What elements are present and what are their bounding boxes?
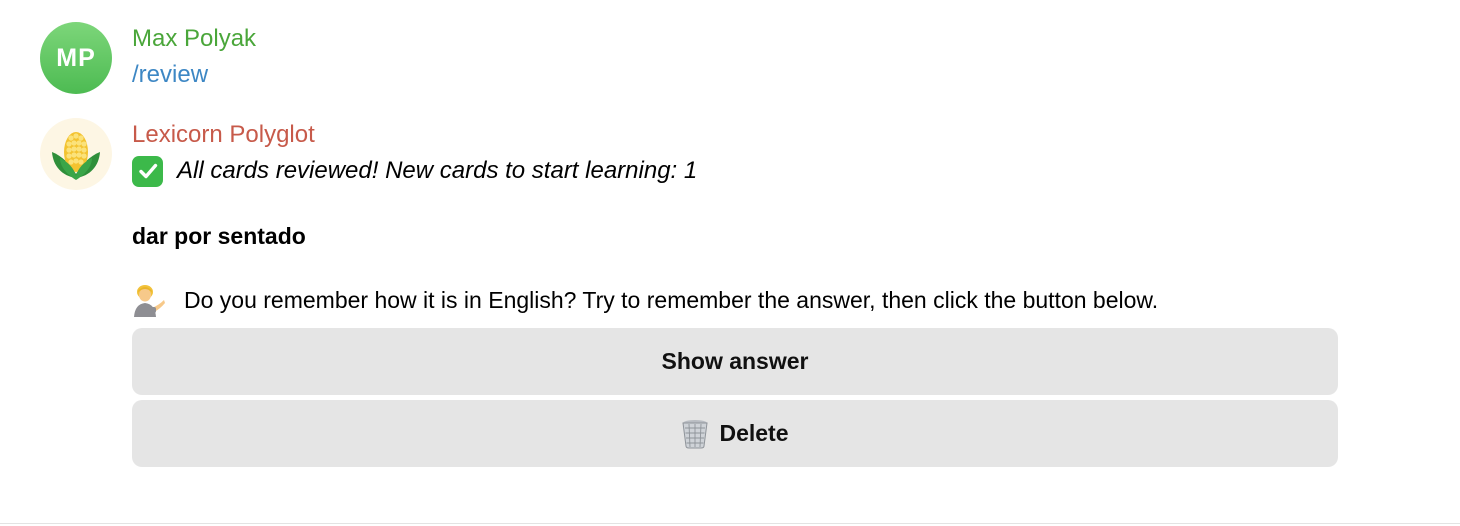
status-line: All cards reviewed! New cards to start l… <box>132 155 697 187</box>
corn-icon <box>52 132 100 180</box>
person-tipping-hand-icon <box>134 285 165 317</box>
check-mark-icon <box>132 155 163 187</box>
delete-label: Delete <box>719 420 789 446</box>
review-command-link[interactable]: /review <box>132 61 208 89</box>
bot-sender-name[interactable]: Lexicorn Polyglot <box>132 121 315 149</box>
show-answer-button[interactable]: Show answer <box>132 328 1338 395</box>
chat-view: MP Max Polyak /review Lexicorn Polyglot <box>0 0 1460 526</box>
user-avatar-initials: MP <box>56 43 96 72</box>
prompt-line: Do you remember how it is in English? Tr… <box>132 283 1158 317</box>
bot-avatar[interactable] <box>40 118 112 190</box>
wastebasket-icon <box>682 419 709 448</box>
delete-button[interactable]: Delete <box>132 400 1338 467</box>
user-sender-name[interactable]: Max Polyak <box>132 25 256 53</box>
show-answer-label: Show answer <box>661 348 809 374</box>
divider <box>0 523 1460 524</box>
status-text: All cards reviewed! New cards to start l… <box>177 157 698 184</box>
prompt-text: Do you remember how it is in English? Tr… <box>184 287 1159 313</box>
user-avatar[interactable]: MP <box>40 22 112 94</box>
flashcard-word: dar por sentado <box>132 223 306 249</box>
